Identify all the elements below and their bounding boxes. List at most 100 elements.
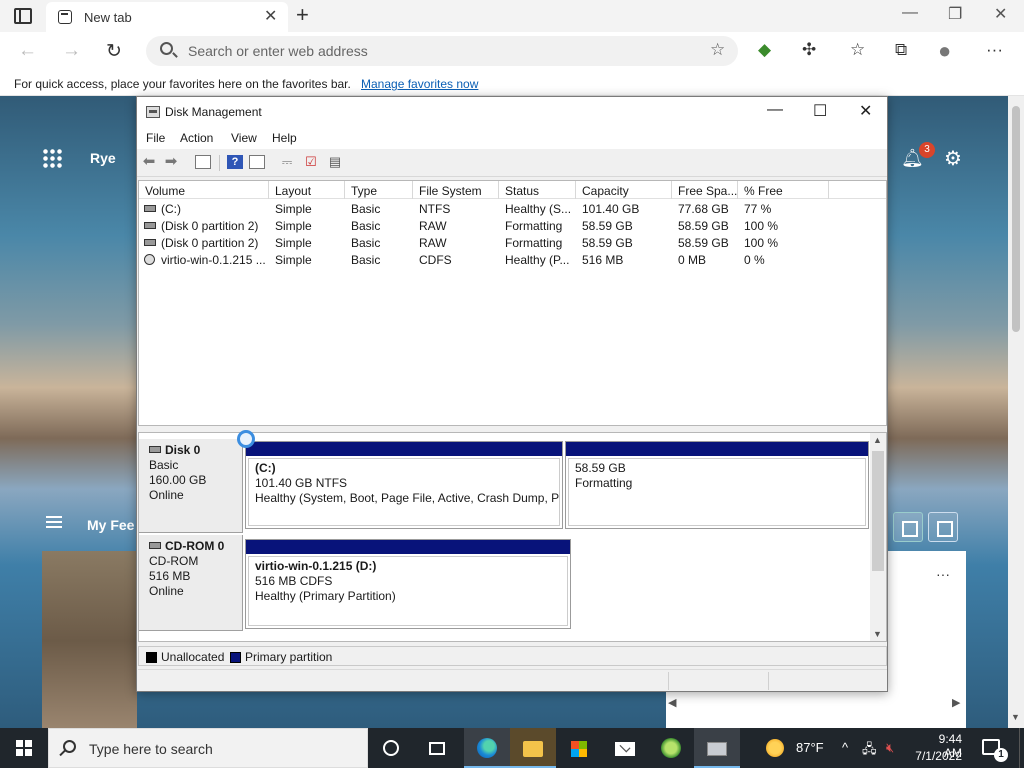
show-hidden-icons-icon[interactable]: ^ [842,740,848,755]
add-favorite-icon[interactable]: ☆ [710,40,725,60]
extensions-icon[interactable]: ✣ [802,40,816,60]
start-button[interactable] [0,728,48,768]
help-icon[interactable]: ? [227,155,243,169]
menu-help[interactable]: Help [272,131,297,145]
checklist-icon[interactable]: ☑ [303,155,319,169]
taskbar-file-explorer[interactable] [510,728,556,768]
col-layout[interactable]: Layout [269,181,345,199]
cell-layout: Simple [275,202,312,216]
address-bar[interactable]: Search or enter web address ☆ [146,36,738,66]
cell-free: 58.59 GB [678,236,729,250]
back-arrow-icon[interactable]: ⬅ [141,154,157,169]
properties-icon[interactable] [249,155,265,169]
cell-layout: Simple [275,219,312,233]
feed-menu-icon[interactable] [46,516,62,528]
volume-row[interactable]: (C:) Simple Basic NTFS Healthy (S... 101… [139,201,886,218]
taskbar-mail[interactable] [602,728,648,768]
col-volume[interactable]: Volume [139,181,269,199]
tab-new-tab[interactable]: New tab ✕ [46,2,288,32]
page-settings-icon[interactable]: ⚙ [944,146,962,171]
close-tab-icon[interactable]: ✕ [264,6,277,26]
cell-free: 77.68 GB [678,202,729,216]
disk-0-label[interactable]: Disk 0 Basic 160.00 GB Online [139,439,243,533]
dm-maximize-icon[interactable]: ☐ [813,101,827,121]
disk-state: Online [149,488,184,502]
volume-muted-icon[interactable]: 🔇︎ [886,740,894,756]
taskbar-edge[interactable] [464,728,510,768]
disk-state: Online [149,584,184,598]
new-tab-button[interactable]: + [296,2,309,28]
partition-c[interactable]: (C:) 101.40 GB NTFS Healthy (System, Boo… [245,441,563,529]
settings-list-icon[interactable]: ▤ [327,155,343,169]
task-view-button[interactable] [414,728,460,768]
carousel-prev-icon[interactable]: ◀ [668,696,676,709]
col-free-space[interactable]: Free Spa... [672,181,738,199]
partition-2[interactable]: 58.59 GB Formatting [565,441,869,529]
refresh-icon[interactable]: ↻ [106,40,122,63]
scroll-down-icon[interactable]: ▼ [1011,712,1020,722]
network-icon[interactable]: 🖧︎ [862,740,877,762]
carousel-next-icon[interactable]: ▶ [952,696,960,709]
action-center-badge: 1 [994,748,1008,762]
volume-row[interactable]: (Disk 0 partition 2) Simple Basic RAW Fo… [139,235,886,252]
show-desktop-button[interactable] [1019,728,1024,768]
partition-d[interactable]: virtio-win-0.1.215 (D:) 516 MB CDFS Heal… [245,539,571,629]
tab-actions-icon[interactable] [14,8,32,24]
volume-row[interactable]: (Disk 0 partition 2) Simple Basic RAW Fo… [139,218,886,235]
disk-management-icon [707,742,727,756]
apps-grid-icon[interactable] [42,148,62,168]
page-scrollbar[interactable]: ▼ [1008,96,1024,730]
cell-pct-free: 100 % [744,236,779,250]
menu-action[interactable]: Action [180,131,213,145]
extension-globe-icon[interactable]: ◆ [758,40,771,60]
col-file-system[interactable]: File System [413,181,499,199]
dm-close-icon[interactable]: ✕ [859,101,872,121]
taskbar-disk-management[interactable] [694,728,740,768]
taskbar-network-app[interactable] [648,728,694,768]
weather-sun-icon[interactable] [766,739,784,757]
scroll-down-icon[interactable]: ▼ [873,629,882,639]
temperature[interactable]: 87°F [796,740,824,755]
collections-icon[interactable]: ⧉ [895,40,907,60]
taskbar-search-box[interactable]: Type here to search [48,728,368,768]
dm-title-bar[interactable]: Disk Management — ☐ ✕ [137,97,887,127]
manage-favorites-link[interactable]: Manage favorites now [361,77,478,91]
dm-minimize-icon[interactable]: — [767,101,783,119]
card-more-icon[interactable]: ··· [936,566,950,582]
back-icon[interactable]: ← [18,40,37,62]
cortana-button[interactable] [368,728,414,768]
legend-primary-partition: Primary partition [245,650,333,664]
forward-arrow-icon[interactable]: ➡ [163,154,179,169]
volume-row[interactable]: virtio-win-0.1.215 ... Simple Basic CDFS… [139,252,886,269]
restore-icon[interactable]: ❐ [948,4,962,24]
feed-card-image[interactable] [42,551,137,730]
connect-icon[interactable]: ⎓ [279,155,295,169]
scroll-up-icon[interactable]: ▲ [873,435,882,445]
taskbar-store[interactable] [556,728,602,768]
forward-icon[interactable]: → [62,40,81,62]
status-bar [138,669,887,691]
list-view-button[interactable] [928,512,958,542]
col-type[interactable]: Type [345,181,413,199]
profile-avatar[interactable]: ● [938,38,951,64]
menu-file[interactable]: File [146,131,165,145]
weather-location[interactable]: Rye [90,150,116,166]
favorites-icon[interactable]: ☆ [850,40,865,60]
col-capacity[interactable]: Capacity [576,181,672,199]
page-scrollbar-thumb[interactable] [1012,106,1020,332]
disk-size: 160.00 GB [149,473,207,487]
graph-scrollbar-thumb[interactable] [872,451,884,571]
col-pct-free[interactable]: % Free [738,181,829,199]
menu-view[interactable]: View [231,131,257,145]
minimize-icon[interactable]: — [902,4,918,22]
show-hide-console-tree-icon[interactable] [195,155,211,169]
feed-title[interactable]: My Fee [87,517,134,533]
feed-card-carousel [666,692,966,730]
clock-date[interactable]: 7/1/2022 [904,749,962,763]
close-window-icon[interactable]: ✕ [994,4,1007,24]
graph-view-scrollbar[interactable]: ▲ ▼ [870,433,886,641]
col-status[interactable]: Status [499,181,576,199]
more-menu-icon[interactable]: ··· [986,40,1003,60]
grid-view-button[interactable] [893,512,923,542]
cdrom-0-label[interactable]: CD-ROM 0 CD-ROM 516 MB Online [139,535,243,631]
